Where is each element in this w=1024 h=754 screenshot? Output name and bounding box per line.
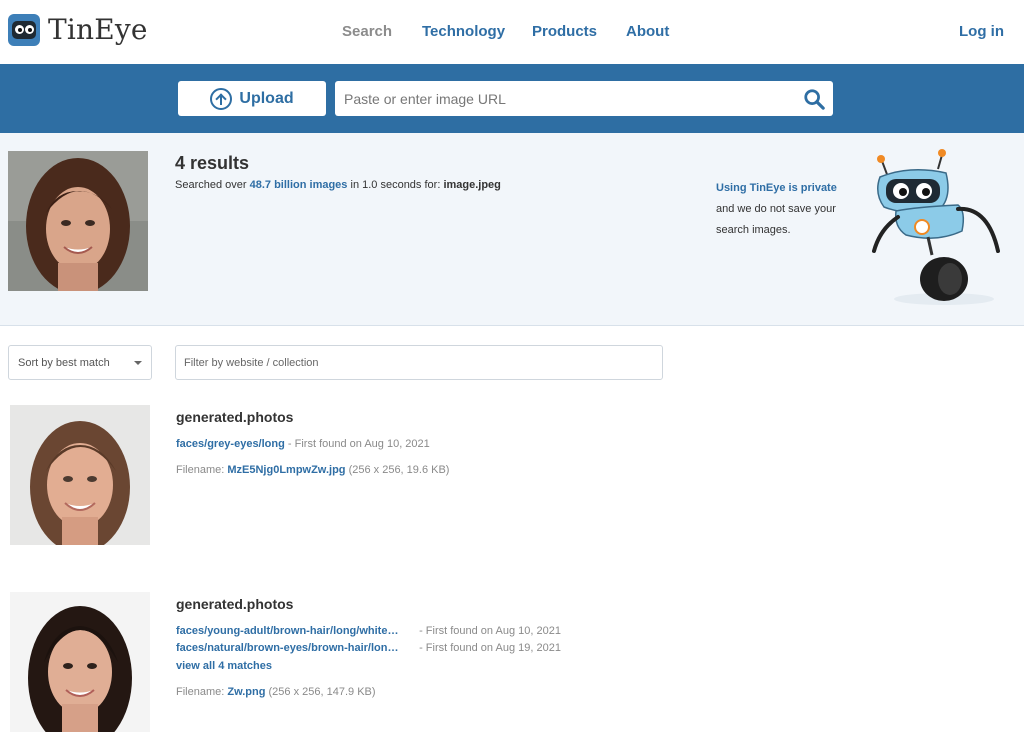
result-thumbnail[interactable]: [10, 405, 150, 545]
search-icon[interactable]: [803, 88, 825, 110]
result-domain: generated.photos: [176, 596, 294, 612]
nav-products[interactable]: Products: [532, 23, 597, 40]
sort-label: Sort by best match: [18, 356, 110, 369]
privacy-link[interactable]: Using TinEye is private: [716, 182, 837, 194]
match-line: faces/grey-eyes/long - First found on Au…: [176, 438, 430, 450]
filename-line: Filename: MzE5Njg0LmpwZw.jpg (256 x 256,…: [176, 464, 450, 476]
match-line: faces/natural/brown-eyes/brown-hair/lon……: [176, 642, 561, 654]
match-line: faces/young-adult/brown-hair/long/white……: [176, 625, 561, 637]
main-nav: Search Technology Products About Log in: [0, 23, 1024, 43]
sort-select[interactable]: Sort by best match: [8, 345, 152, 380]
result-domain: generated.photos: [176, 409, 294, 425]
header: TinEye Search Technology Products About …: [0, 0, 1024, 64]
match-path-link[interactable]: faces/natural/brown-eyes/brown-hair/lon…: [176, 642, 416, 654]
search-stats: Searched over 48.7 billion images in 1.0…: [175, 179, 501, 191]
privacy-note: Using TinEye is private and we do not sa…: [716, 178, 866, 241]
first-found: - First found on Aug 10, 2021: [419, 625, 561, 637]
chevron-down-icon: [134, 361, 142, 365]
results-count: 4 results: [175, 153, 250, 173]
query-filename: image.jpeg: [443, 179, 501, 191]
nav-about[interactable]: About: [626, 23, 669, 40]
upload-button[interactable]: Upload: [178, 81, 326, 116]
first-found: - First found on Aug 19, 2021: [419, 642, 561, 654]
filename-line: Filename: Zw.png (256 x 256, 147.9 KB): [176, 686, 376, 698]
privacy-text: and we do not save your search images.: [716, 203, 836, 236]
tineye-robot-mascot-icon: [872, 149, 1000, 305]
image-meta: (256 x 256, 147.9 KB): [268, 686, 376, 698]
upload-arrow-icon: [210, 87, 233, 110]
image-meta: (256 x 256, 19.6 KB): [348, 464, 450, 476]
image-url-input[interactable]: [335, 81, 833, 116]
view-all-line: view all 4 matches: [176, 660, 272, 672]
filename-link[interactable]: Zw.png: [227, 686, 265, 698]
view-all-matches-link[interactable]: view all 4 matches: [176, 660, 272, 672]
filter-website-input[interactable]: [175, 345, 663, 380]
upload-label: Upload: [239, 89, 294, 107]
query-image: [8, 151, 148, 291]
nav-search[interactable]: Search: [342, 23, 392, 40]
match-path-link[interactable]: faces/grey-eyes/long: [176, 438, 285, 450]
login-link[interactable]: Log in: [959, 23, 1004, 40]
filename-link[interactable]: MzE5Njg0LmpwZw.jpg: [227, 464, 345, 476]
first-found: - First found on Aug 10, 2021: [287, 438, 430, 450]
result-thumbnail[interactable]: [10, 592, 150, 732]
index-size-link[interactable]: 48.7 billion images: [250, 179, 348, 191]
results-summary: 4 results Searched over 48.7 billion ima…: [0, 133, 1024, 326]
search-band: Upload: [0, 64, 1024, 133]
nav-technology[interactable]: Technology: [422, 23, 505, 40]
match-path-link[interactable]: faces/young-adult/brown-hair/long/white…: [176, 625, 416, 637]
